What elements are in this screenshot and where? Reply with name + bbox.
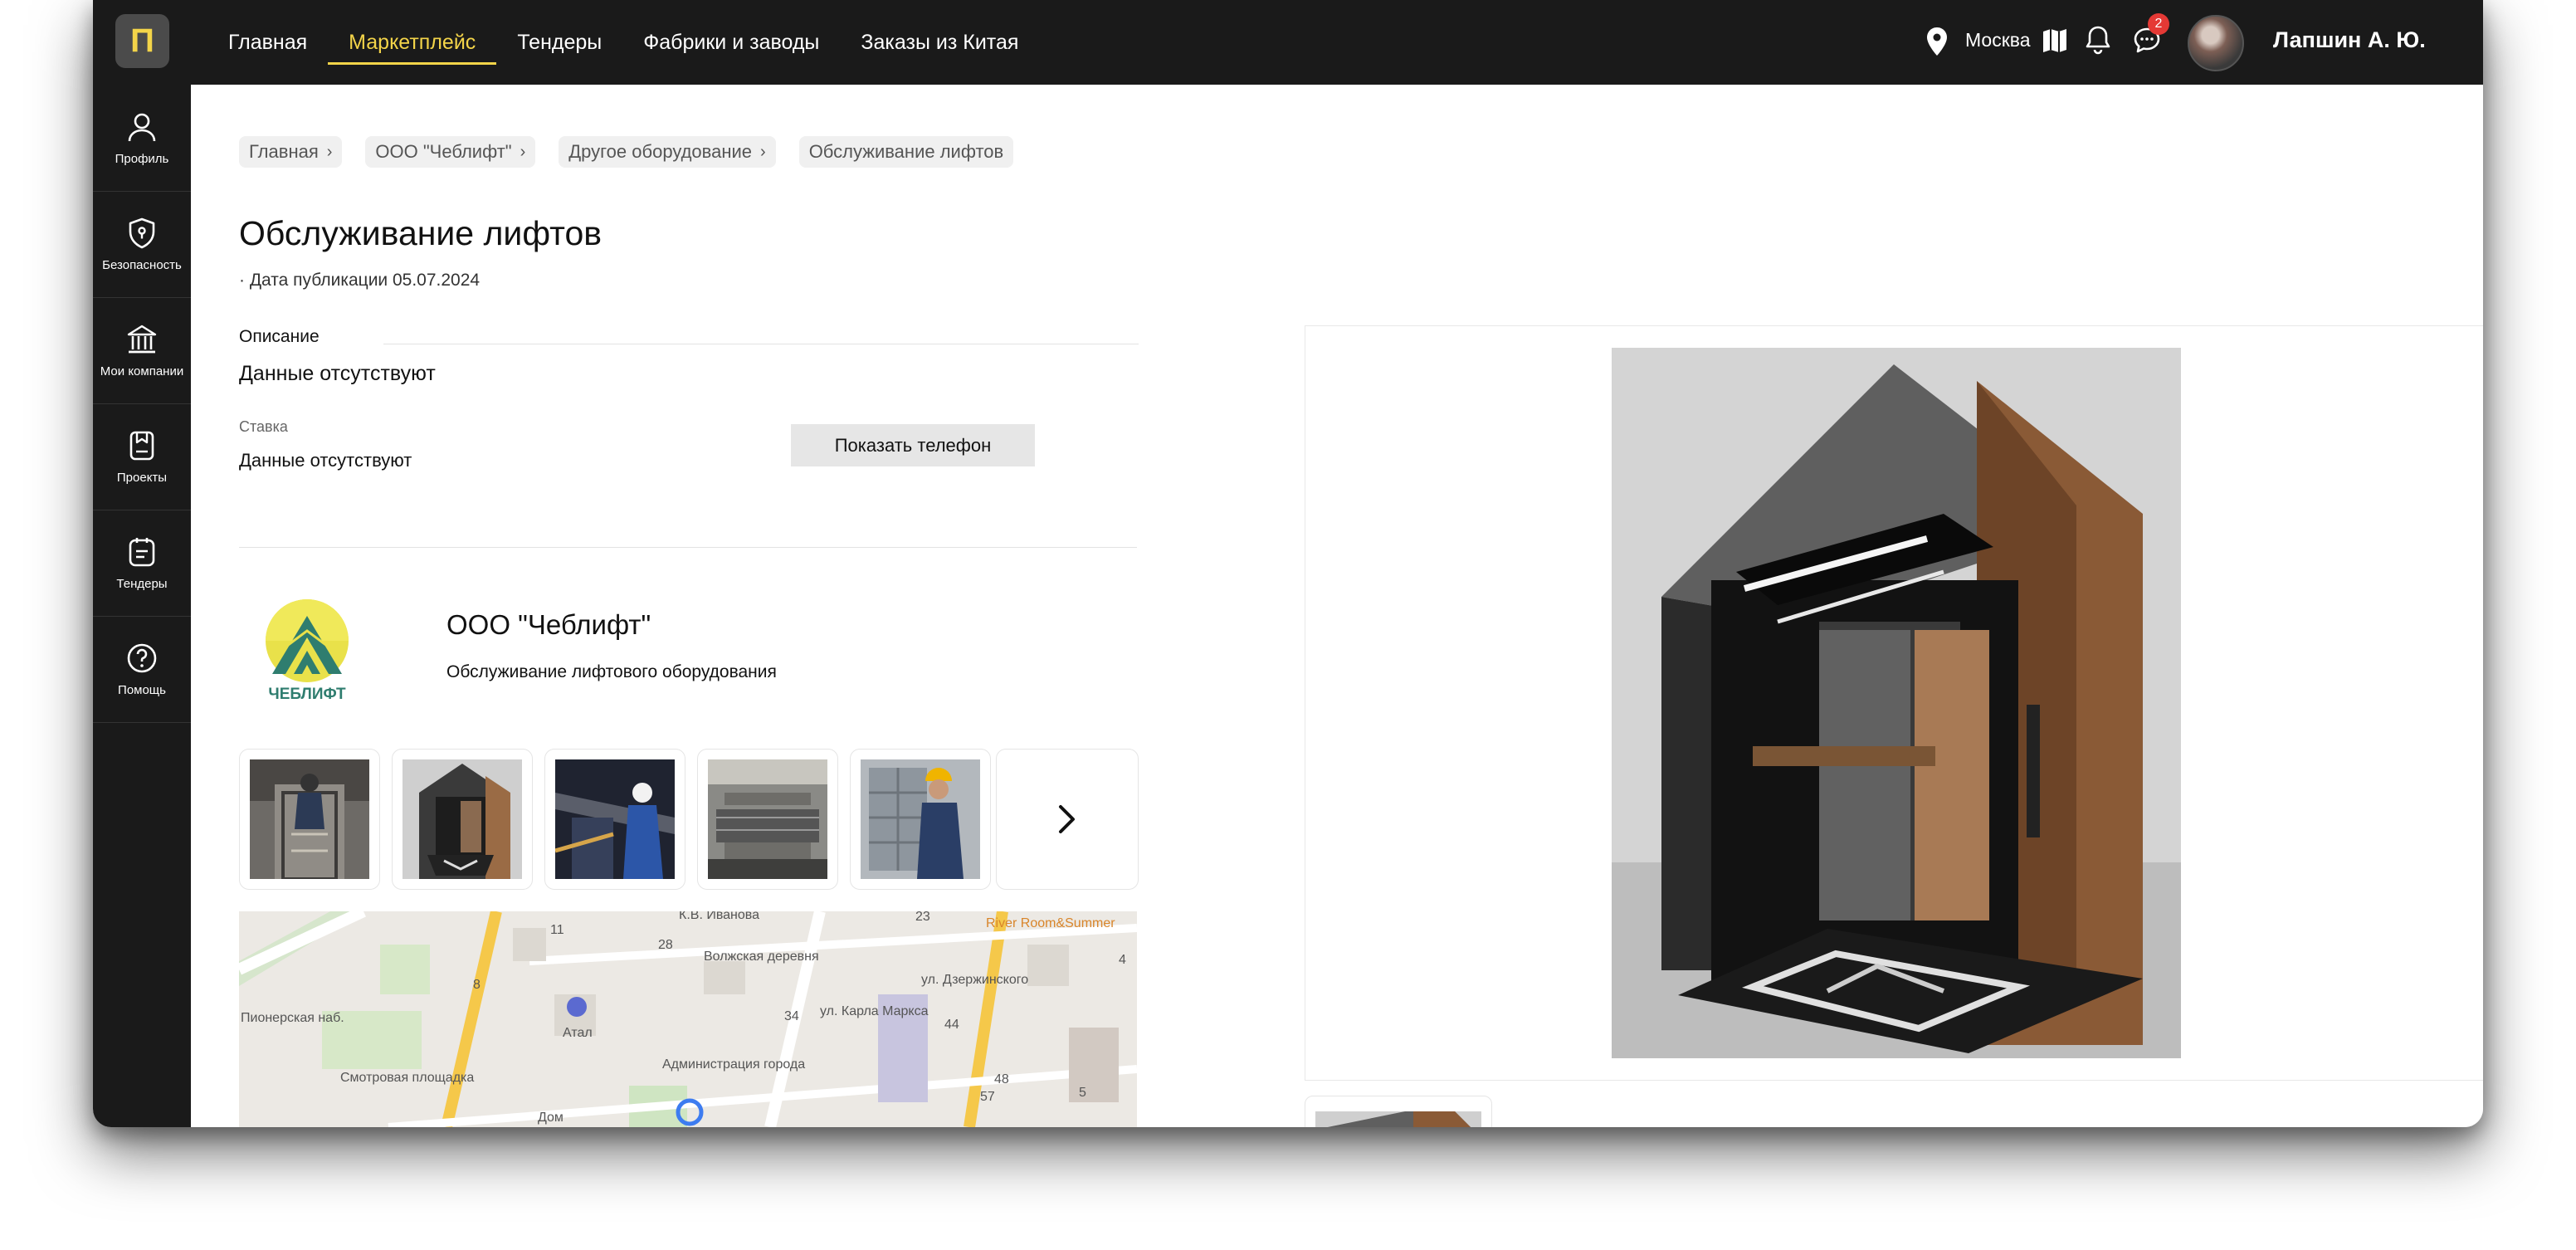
elevator-cabin-thumbnail-image <box>1315 1111 1481 1127</box>
description-value: Данные отсутствуют <box>239 362 436 385</box>
breadcrumb-label: ООО "Чеблифт" <box>375 141 512 162</box>
sidebar-item-tenders[interactable]: Тендеры <box>93 510 191 617</box>
chevron-right-icon: › <box>326 142 333 161</box>
map-background <box>239 911 1137 1127</box>
breadcrumb-item-current: Обслуживание лифтов <box>798 136 1014 168</box>
map-house-number: 57 <box>980 1090 995 1104</box>
sidebar-item-companies[interactable]: Мои компании <box>93 297 191 404</box>
gallery-next-button[interactable] <box>996 749 1139 890</box>
map-label: Администрация города <box>662 1057 806 1072</box>
company-logo-text: ЧЕБЛИФТ <box>268 686 346 703</box>
main-nav: Главная Маркетплейс Тендеры Фабрики и за… <box>207 0 1039 85</box>
breadcrumb-item-company[interactable]: ООО "Чеблифт" › <box>365 136 536 168</box>
sidebar: Профиль Безопасность Мои компании Проект… <box>93 85 191 1127</box>
page-title: Обслуживание лифтов <box>239 214 603 252</box>
sidebar-item-profile[interactable]: Профиль <box>93 85 191 192</box>
company-description: Обслуживание лифтового оборудования <box>446 662 777 681</box>
breadcrumb-item-category[interactable]: Другое оборудование › <box>559 136 776 168</box>
gallery-thumbnail[interactable] <box>239 749 380 890</box>
nav-item-marketplace[interactable]: Маркетплейс <box>328 0 497 85</box>
map-house-number: 48 <box>994 1072 1009 1086</box>
top-bar: П Главная Маркетплейс Тендеры Фабрики и … <box>93 0 2483 85</box>
map-label: К.В. Иванова <box>679 911 759 922</box>
bell-icon[interactable] <box>2085 25 2111 55</box>
map-house-number: 44 <box>944 1018 959 1032</box>
company-map[interactable]: К.В. Иванова River Room&Summer Волжская … <box>239 911 1137 1127</box>
rate-label: Ставка <box>239 418 288 435</box>
elevator-cabin-image <box>402 759 522 879</box>
map-icon[interactable] <box>2042 28 2068 53</box>
nav-item-factories[interactable]: Фабрики и заводы <box>622 0 840 85</box>
shield-icon <box>129 217 155 248</box>
chevron-right-icon: › <box>760 142 766 161</box>
sidebar-item-label: Помощь <box>118 682 166 697</box>
map-label: ул. Дзержинского <box>921 973 1029 987</box>
location-pin-icon[interactable] <box>1925 27 1949 56</box>
rate-value: Данные отсутствуют <box>239 450 412 471</box>
description-label: Описание <box>239 327 320 346</box>
map-house-number: 23 <box>915 911 930 924</box>
breadcrumb-label: Другое оборудование <box>568 141 753 162</box>
chevron-right-icon <box>1059 805 1075 833</box>
building-icon <box>127 325 157 353</box>
logo-letter: П <box>130 22 154 59</box>
nav-item-china-orders[interactable]: Заказы из Китая <box>840 0 1039 85</box>
engineer-at-panel-image <box>861 759 980 879</box>
sidebar-item-label: Тендеры <box>116 576 168 591</box>
main-content: Главная › ООО "Чеблифт" › Другое оборудо… <box>191 85 2483 1127</box>
map-house-number: 8 <box>473 978 481 992</box>
sidebar-item-help[interactable]: Помощь <box>93 616 191 723</box>
map-label: Волжская деревня <box>704 950 819 964</box>
app-logo[interactable]: П <box>115 14 169 68</box>
app-window: П Главная Маркетплейс Тендеры Фабрики и … <box>93 0 2483 1127</box>
main-image-thumbnail[interactable] <box>1305 1096 1492 1127</box>
gallery-thumbnail[interactable] <box>544 749 685 890</box>
breadcrumb-label: Главная <box>249 141 319 162</box>
nav-item-tenders[interactable]: Тендеры <box>496 0 622 85</box>
map-house-number: 4 <box>1119 953 1126 967</box>
map-label: Дом <box>538 1111 564 1125</box>
show-phone-button[interactable]: Показать телефон <box>791 424 1035 466</box>
breadcrumb-item-home[interactable]: Главная › <box>239 136 343 168</box>
chevron-right-icon: › <box>520 142 526 161</box>
publication-date: · Дата публикации 05.07.2024 <box>239 271 481 290</box>
map-label: River Room&Summer <box>986 916 1115 930</box>
projects-icon <box>129 431 154 460</box>
technicians-working-image <box>555 759 675 879</box>
map-house-number: 11 <box>550 923 564 937</box>
tenders-icon <box>129 537 155 566</box>
map-label: Атал <box>563 1026 593 1040</box>
section-divider <box>239 547 1137 548</box>
map-house-number: 34 <box>784 1009 799 1023</box>
company-logo[interactable]: ЧЕБЛИФТ <box>257 598 357 706</box>
city-selector[interactable]: Москва <box>1965 29 2031 51</box>
avatar[interactable] <box>2188 15 2244 71</box>
elevator-cabin-main-image[interactable] <box>1612 348 2181 1058</box>
user-name[interactable]: Лапшин А. Ю. <box>2273 27 2426 53</box>
company-name[interactable]: ООО "Чеблифт" <box>446 609 651 641</box>
gallery-thumbnail[interactable] <box>697 749 838 890</box>
sidebar-item-security[interactable]: Безопасность <box>93 191 191 298</box>
sidebar-item-projects[interactable]: Проекты <box>93 403 191 510</box>
map-label: ул. Карла Маркса <box>820 1004 929 1018</box>
sidebar-item-label: Профиль <box>115 151 169 166</box>
map-house-number: 5 <box>1079 1086 1086 1100</box>
nav-item-home[interactable]: Главная <box>207 0 328 85</box>
map-label: Пионерская наб. <box>241 1011 344 1025</box>
main-image-frame <box>1305 325 2483 1081</box>
map-house-number: 28 <box>658 938 673 952</box>
user-icon <box>128 113 156 141</box>
gallery-thumbnail[interactable] <box>392 749 533 890</box>
machine-room-image <box>708 759 827 879</box>
elevator-shaft-worker-image <box>250 759 369 879</box>
sidebar-item-label: Мои компании <box>100 364 184 378</box>
map-label: Смотровая площадка <box>340 1071 475 1085</box>
sidebar-item-label: Проекты <box>116 470 168 485</box>
breadcrumb: Главная › ООО "Чеблифт" › Другое оборудо… <box>239 136 1014 168</box>
help-icon <box>127 643 157 672</box>
sidebar-item-label: Безопасность <box>102 257 182 272</box>
notification-badge: 2 <box>2148 13 2169 35</box>
gallery-thumbnail[interactable] <box>850 749 991 890</box>
breadcrumb-label: Обслуживание лифтов <box>808 141 1004 162</box>
